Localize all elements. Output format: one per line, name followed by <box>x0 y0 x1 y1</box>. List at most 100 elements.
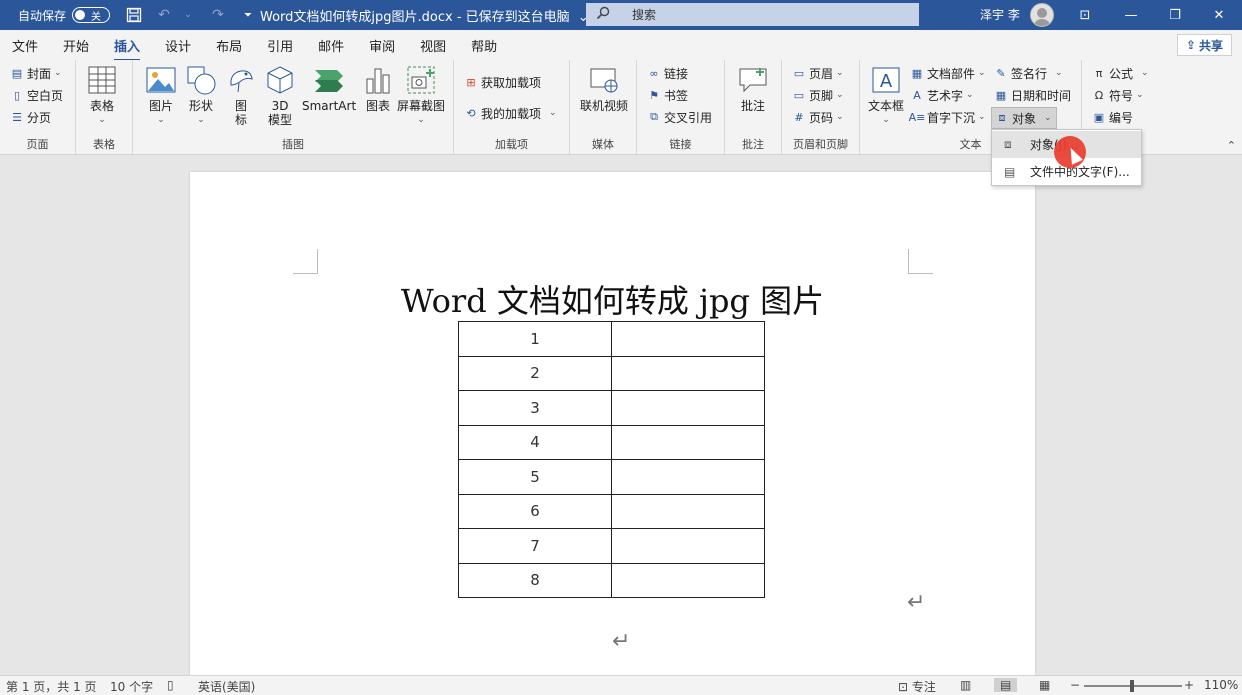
table-cell[interactable]: 2 <box>458 355 612 391</box>
link-button[interactable]: ∞ 链接 <box>647 63 688 83</box>
signature-label: 签名行 <box>1011 66 1048 81</box>
my-addins-button[interactable]: ⟲ 我的加载项 ⌄ <box>464 103 556 123</box>
document-title[interactable]: Word文档如何转成jpg图片.docx - 已保存到这台电脑 ⌄ <box>260 6 589 25</box>
table-cell[interactable]: 1 <box>458 321 612 357</box>
table-cell[interactable] <box>611 355 765 391</box>
chart-button[interactable]: 图表 <box>362 64 394 113</box>
table-cell[interactable] <box>611 390 765 426</box>
user-name[interactable]: 泽宇 李 <box>980 6 1020 23</box>
zoom-level[interactable]: 110% <box>1204 678 1238 692</box>
pictures-button[interactable]: 图片 ⌄ <box>145 64 177 127</box>
tab-view[interactable]: 视图 <box>420 36 446 55</box>
footer-button[interactable]: ▭ 页脚 ⌄ <box>792 85 844 105</box>
word-count[interactable]: 10 个字 <box>110 678 153 695</box>
page-number-button[interactable]: # 页码 ⌄ <box>792 107 843 127</box>
table-cell[interactable] <box>611 528 765 564</box>
group-label-tables: 表格 <box>93 138 115 151</box>
table-cell[interactable] <box>611 562 765 598</box>
autosave-control[interactable]: 自动保存 关 <box>18 7 111 24</box>
tab-file[interactable]: 文件 <box>12 36 38 55</box>
page-break-button[interactable]: ☰ 分页 <box>10 107 51 127</box>
equation-button[interactable]: π 公式 ⌄ <box>1092 63 1149 83</box>
screenshot-button[interactable]: 屏幕截图 ⌄ <box>397 64 445 127</box>
tab-insert[interactable]: 插入 <box>114 36 141 61</box>
tab-references[interactable]: 引用 <box>267 36 293 55</box>
symbol-button[interactable]: Ω 符号 ⌄ <box>1092 85 1144 105</box>
undo-dropdown-icon[interactable]: ⌄ <box>176 3 200 27</box>
tab-home[interactable]: 开始 <box>63 36 89 55</box>
comment-button[interactable]: 批注 <box>737 64 769 113</box>
table-cell[interactable]: 8 <box>458 562 612 598</box>
autosave-toggle[interactable]: 关 <box>72 7 111 23</box>
table-cell[interactable]: 7 <box>458 528 612 564</box>
document-page[interactable]: Word 文档如何转成 jpg 图片 1 2 3 4 5 6 7 8 ↵ ↵ <box>190 172 1035 692</box>
quick-parts-button[interactable]: ▦ 文档部件 ⌄ <box>910 63 986 83</box>
wordart-button[interactable]: A 艺术字 ⌄ <box>910 85 973 105</box>
textbox-button[interactable]: A 文本框 ⌄ <box>868 64 904 127</box>
table-cell[interactable] <box>611 493 765 529</box>
3d-models-label-line1: 3D <box>271 99 289 113</box>
collapse-ribbon-icon[interactable]: ⌃ <box>1227 139 1236 152</box>
object-button[interactable]: ⧈ 对象 ⌄ <box>991 107 1057 129</box>
zoom-slider[interactable] <box>1084 680 1182 692</box>
zoom-slider-thumb[interactable] <box>1130 680 1134 692</box>
web-layout-icon[interactable]: ▦ <box>1039 678 1050 692</box>
blank-page-button[interactable]: ▯ 空白页 <box>10 85 63 105</box>
undo-icon[interactable]: ↶ <box>152 3 176 27</box>
shapes-button[interactable]: 形状 ⌄ <box>185 64 217 127</box>
footer-label: 页脚 <box>809 88 834 103</box>
ribbon-display-options-icon[interactable]: ⊡ <box>1062 0 1108 30</box>
document-table[interactable]: 1 2 3 4 5 6 7 8 <box>458 321 765 598</box>
signature-line-button[interactable]: ✎ 签名行 ⌄ <box>994 63 1062 83</box>
search-input[interactable]: 搜索 <box>586 3 919 26</box>
3d-models-button[interactable]: 3D 模型 <box>264 64 296 127</box>
share-button[interactable]: ⇪ 共享 <box>1176 34 1232 56</box>
restore-button[interactable]: ❐ <box>1152 0 1198 30</box>
table-cell[interactable]: 3 <box>458 390 612 426</box>
table-cell[interactable] <box>611 321 765 357</box>
customize-qat-icon[interactable]: ⏷ <box>236 3 260 27</box>
table-cell[interactable]: 5 <box>458 459 612 495</box>
tab-design[interactable]: 设计 <box>165 36 191 55</box>
smartart-button[interactable]: SmartArt <box>302 64 356 113</box>
zoom-in-button[interactable]: + <box>1184 678 1194 692</box>
date-time-button[interactable]: ▦ 日期和时间 <box>994 85 1071 105</box>
numbering-button[interactable]: ▣ 编号 <box>1092 107 1133 127</box>
table-cell[interactable] <box>611 459 765 495</box>
online-video-button[interactable]: 联机视频 <box>580 64 628 113</box>
header-button[interactable]: ▭ 页眉 ⌄ <box>792 63 844 83</box>
close-button[interactable]: ✕ <box>1196 0 1242 30</box>
minimize-button[interactable]: — <box>1108 0 1154 30</box>
cover-page-icon: ▤ <box>11 66 23 80</box>
bookmark-button[interactable]: ⚑ 书签 <box>647 85 688 105</box>
cover-page-button[interactable]: ▤ 封面 ⌄ <box>10 63 62 83</box>
tab-review[interactable]: 审阅 <box>369 36 395 55</box>
screenshot-icon <box>405 64 437 96</box>
document-icon: ▤ <box>1004 164 1016 179</box>
table-row: 8 <box>458 562 765 598</box>
table-cell[interactable]: 6 <box>458 493 612 529</box>
dropcap-button[interactable]: A≡ 首字下沉 ⌄ <box>909 107 986 127</box>
document-canvas: Word 文档如何转成 jpg 图片 1 2 3 4 5 6 7 8 ↵ ↵ <box>0 155 1242 692</box>
tab-layout[interactable]: 布局 <box>216 36 242 55</box>
print-layout-icon[interactable]: ▤ <box>994 678 1018 692</box>
save-icon[interactable] <box>122 3 146 27</box>
table-cell[interactable]: 4 <box>458 424 612 460</box>
shapes-icon <box>185 64 217 96</box>
table-button[interactable]: 表格 ⌄ <box>86 64 118 127</box>
cross-reference-button[interactable]: ⧉ 交叉引用 <box>647 107 712 127</box>
document-heading[interactable]: Word 文档如何转成 jpg 图片 <box>190 276 1035 322</box>
tab-help[interactable]: 帮助 <box>471 36 497 55</box>
tab-mailings[interactable]: 邮件 <box>318 36 344 55</box>
table-cell[interactable] <box>611 424 765 460</box>
read-mode-icon[interactable]: ▥ <box>960 678 971 692</box>
proofing-icon[interactable]: ▯ <box>167 678 174 692</box>
icons-button[interactable]: 图 标 <box>225 64 257 127</box>
avatar[interactable] <box>1030 3 1054 27</box>
focus-mode-button[interactable]: ⊡ 专注 <box>898 678 936 695</box>
zoom-out-button[interactable]: − <box>1070 678 1080 692</box>
get-addins-button[interactable]: ⊞ 获取加载项 <box>464 72 541 92</box>
language-indicator[interactable]: 英语(美国) <box>198 678 255 695</box>
redo-icon[interactable]: ↷ <box>206 3 230 27</box>
page-count[interactable]: 第 1 页，共 1 页 <box>6 678 97 695</box>
